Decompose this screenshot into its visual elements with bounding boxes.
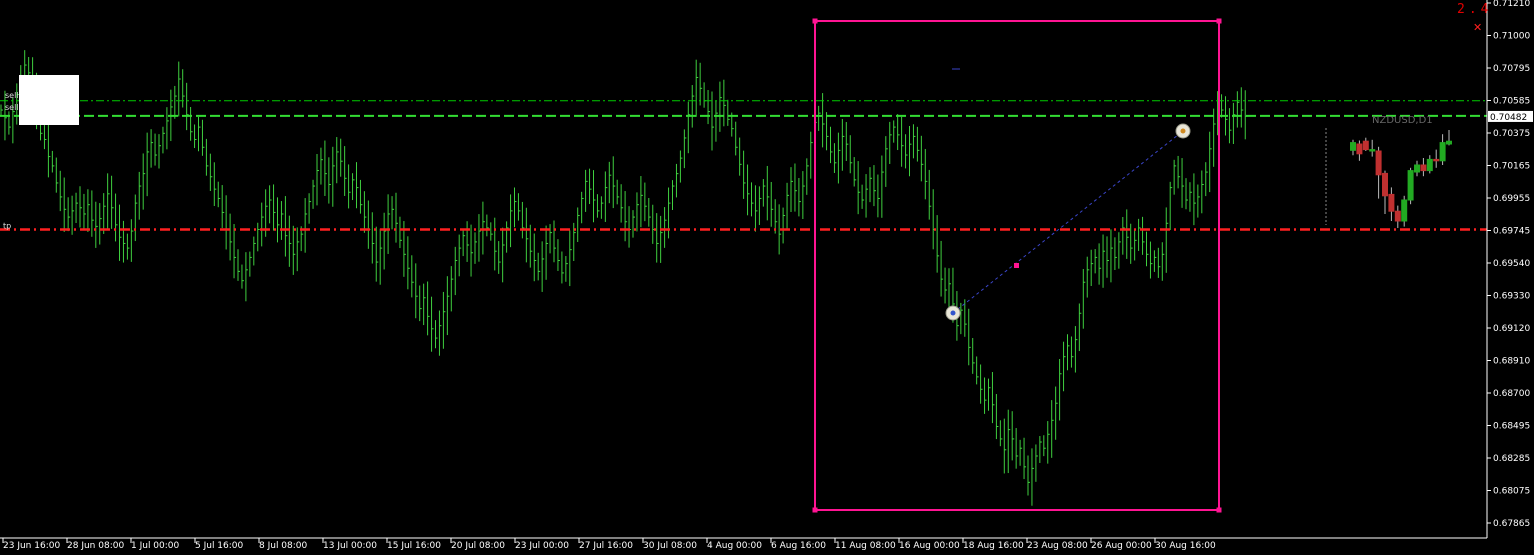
price-tick-label: 0.67865 (1493, 519, 1530, 529)
candle-body (1362, 140, 1369, 151)
price-tick-label: 0.68075 (1493, 487, 1530, 497)
candle-body (1350, 142, 1356, 151)
time-tick-label: 6 Aug 16:00 (771, 541, 826, 551)
time-tick-label: 26 Aug 00:00 (1091, 541, 1152, 551)
time-tick-label: 20 Jul 08:00 (451, 541, 505, 551)
version-label: 2.4 (1457, 2, 1492, 17)
price-tick-label: 0.69745 (1493, 227, 1530, 237)
candle-body (1420, 164, 1427, 172)
rect-handle (812, 507, 818, 513)
candle-body (1382, 172, 1388, 197)
candle-body (1369, 149, 1376, 152)
time-tick-label: 30 Jul 08:00 (643, 541, 697, 551)
mini-chart (1325, 128, 1452, 228)
time-tick-label: 23 Jun 16:00 (3, 541, 60, 551)
candle-body (1356, 143, 1363, 155)
price-tick-label: 0.70165 (1493, 162, 1530, 172)
time-tick-label: 28 Jun 08:00 (67, 541, 124, 551)
candle-body (1426, 158, 1433, 172)
time-tick-label: 4 Aug 00:00 (707, 541, 762, 551)
axes: 0.71210 0.71000 0.70795 0.70585 0.70375 0.701… (0, 0, 1530, 551)
candle-body (1401, 199, 1408, 222)
rect-handle (1216, 18, 1222, 24)
candle-body (1388, 193, 1395, 212)
exit-marker-dot (1180, 128, 1186, 134)
price-tick-label: 0.70795 (1493, 64, 1530, 74)
trend-midpoint-handle (1014, 263, 1019, 268)
candle-body (1414, 164, 1420, 173)
candle-body (1375, 150, 1382, 176)
price-tick-label: 0.68495 (1493, 422, 1530, 432)
sl-tag: tp (3, 221, 11, 230)
candle-body (1446, 140, 1452, 145)
time-tick-label: 23 Aug 08:00 (1027, 541, 1088, 551)
time-tick-label: 8 Jul 08:00 (259, 541, 308, 551)
price-tick-label: 0.68285 (1493, 454, 1530, 464)
current-price-label: 0.70482 (1490, 113, 1527, 123)
time-tick-label: 18 Aug 16:00 (963, 541, 1024, 551)
candle-body (1439, 142, 1446, 162)
price-tick-label: 0.71210 (1493, 0, 1530, 9)
time-tick-label: 13 Jul 00:00 (323, 541, 377, 551)
levels: 0.70482 sell sell tp (0, 91, 1533, 231)
price-tick-label: 0.71000 (1493, 32, 1530, 42)
trend-line (952, 130, 1184, 314)
price-tick-label: 0.69540 (1493, 259, 1530, 269)
candle-body (1407, 170, 1414, 201)
price-tick-label: 0.69955 (1493, 194, 1530, 204)
price-tick-label: 0.69330 (1493, 292, 1530, 302)
time-tick-label: 15 Jul 16:00 (387, 541, 441, 551)
time-tick-label: 11 Aug 08:00 (835, 541, 896, 551)
rect-handle (812, 18, 818, 24)
price-tick-label: 0.69120 (1493, 324, 1530, 334)
price-bars (0, 50, 1248, 506)
close-icon: ✕ (1473, 21, 1482, 34)
candle-body (1433, 158, 1440, 162)
price-tick-label: 0.68910 (1493, 357, 1530, 367)
symbol-label: NZDUSD,D1 (1372, 115, 1433, 126)
chart-objects[interactable]: ✕ (812, 18, 1483, 513)
entry-marker-dot (950, 310, 956, 316)
price-tick-label: 0.68700 (1493, 389, 1530, 399)
order-tag: sell (5, 103, 19, 112)
time-tick-label: 1 Jul 00:00 (131, 541, 180, 551)
candle-body (1394, 210, 1401, 222)
price-tick-label: 0.70585 (1493, 97, 1530, 107)
price-tick-label: 0.70375 (1493, 129, 1530, 139)
price-chart[interactable]: 0.70482 sell sell tp ✕ 0.71210 0.71000 0.7079… (0, 0, 1534, 555)
order-tag: sell (5, 91, 19, 100)
time-tick-label: 30 Aug 16:00 (1155, 541, 1216, 551)
time-tick-label: 27 Jul 16:00 (579, 541, 633, 551)
time-tick-label: 23 Jul 00:00 (515, 541, 569, 551)
info-panel (19, 75, 79, 125)
time-tick-label: 5 Jul 16:00 (195, 541, 244, 551)
time-tick-label: 16 Aug 00:00 (899, 541, 960, 551)
chart-window[interactable]: 0.70482 sell sell tp ✕ 0.71210 0.71000 0.7079… (0, 0, 1534, 555)
rect-handle (1216, 507, 1222, 513)
